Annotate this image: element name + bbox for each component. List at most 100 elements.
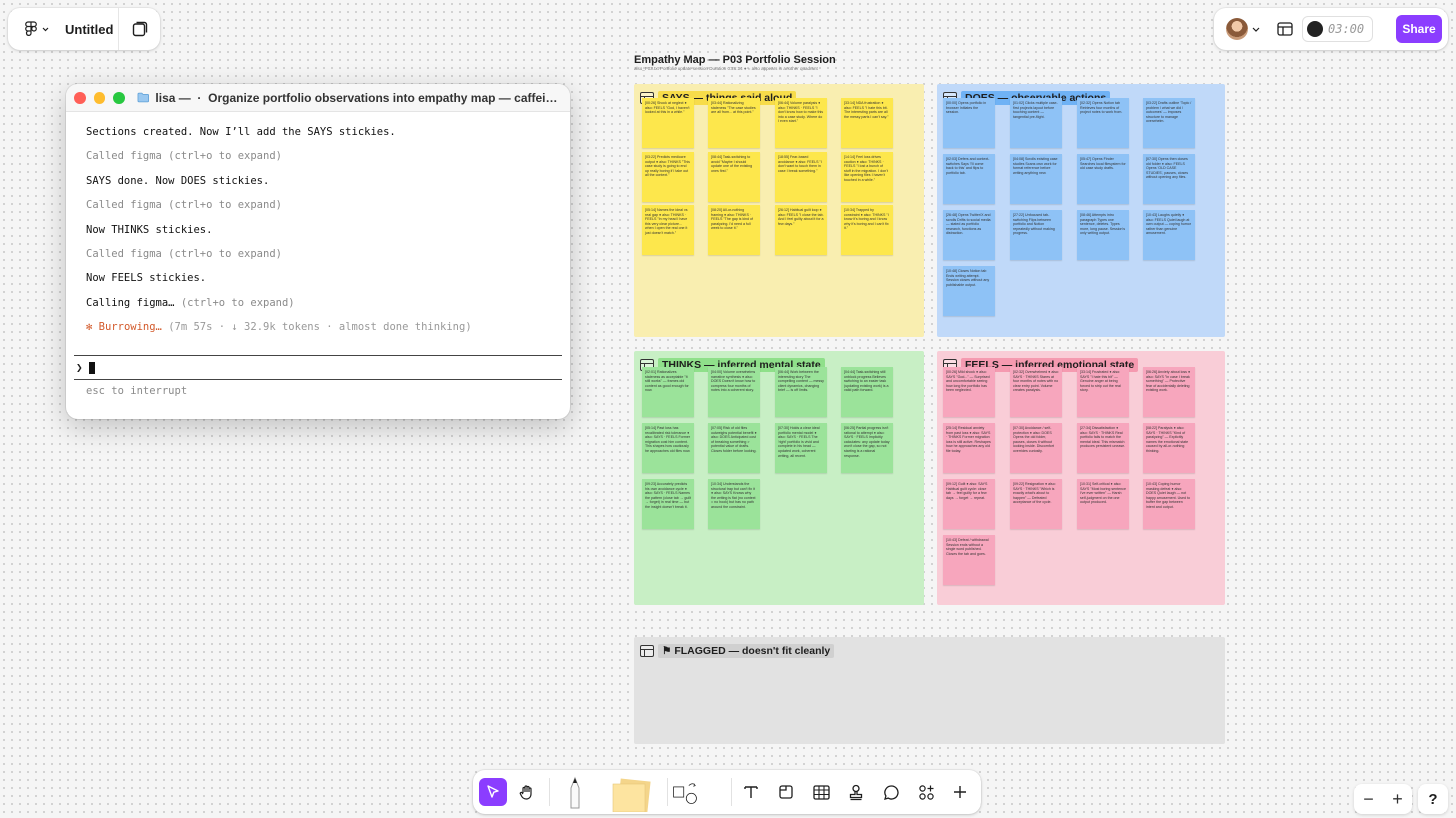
zoom-out-button[interactable]: − xyxy=(1363,789,1374,810)
close-window-button[interactable] xyxy=(74,91,86,104)
board-subtitle: also_P03.txt Portfolio update session Du… xyxy=(634,66,818,71)
sticky-note[interactable]: [33:14] Frustrated ● also: SAYS "I hate … xyxy=(1077,367,1129,417)
sticky-note[interactable]: [09:22] Resignation ● also: SAYS · THINK… xyxy=(1010,479,1062,529)
widgets-icon xyxy=(918,784,934,800)
section-label[interactable]: ⚑ FLAGGED — doesn't fit cleanly xyxy=(640,643,835,659)
toolbar-divider xyxy=(549,778,550,806)
timer-widget[interactable]: 03:00 xyxy=(1302,16,1374,42)
sticky-note[interactable]: [05:14] Past loss has recalibrated risk … xyxy=(642,423,694,473)
sticky-note[interactable]: [06:44] Work between the interesting sto… xyxy=(775,367,827,417)
sticky-note[interactable]: [00:26] Mild shock ● also: SAYS "God..."… xyxy=(943,367,995,417)
sticky-note[interactable]: [09:23] Accurately predicts his own avoi… xyxy=(642,479,694,529)
sticky-note[interactable]: [03:44] Rationalizing staleness "The cas… xyxy=(708,98,760,148)
sticky-note[interactable]: [10:43] Defeat / withdrawal Session ends… xyxy=(943,535,995,585)
terminal-line: Sections created. Now I’ll add the SAYS … xyxy=(86,126,396,138)
sticky-note[interactable]: [02:32] Opens Notion tab Retrieves four … xyxy=(1077,98,1129,148)
sticky-note[interactable]: [07:30] Holds a clear ideal portfolio me… xyxy=(775,423,827,473)
help-button[interactable]: ? xyxy=(1418,784,1448,814)
sticky-note[interactable]: [00:26] Shock at neglect ● also: FEELS "… xyxy=(642,98,694,148)
sticky-note[interactable]: [06:44] Volume paralysis ● also: THINKS … xyxy=(775,98,827,148)
sticky-note[interactable]: [07:05] Risk of old files outweighs pote… xyxy=(708,423,760,473)
sticky-note[interactable]: [26:48] Opens Twitter/X and scrolls Drif… xyxy=(943,210,995,260)
widgets-tool-button[interactable] xyxy=(912,778,940,806)
chevron-down-icon xyxy=(42,27,49,31)
avatar[interactable] xyxy=(1226,18,1248,40)
sticky-note[interactable]: [27:34] Dissatisfaction ● also: SAYS · T… xyxy=(1077,423,1129,473)
hand-tool-button[interactable] xyxy=(513,778,541,806)
more-tools-button[interactable] xyxy=(946,778,974,806)
sticky-note[interactable]: [06:25] Partial progress isn't rational … xyxy=(841,423,893,473)
sticky-note[interactable]: [02:01] Rationalizes staleness as accept… xyxy=(642,367,694,417)
sticky-note[interactable]: [03:22] Predicts mediocre output ● also:… xyxy=(642,152,694,202)
main-menu-button[interactable] xyxy=(8,8,59,50)
terminal-line: Called figma (ctrl+o to expand) xyxy=(86,150,282,163)
section-flagged[interactable]: ⚑ FLAGGED — doesn't fit cleanly xyxy=(634,637,1225,744)
sticky-note[interactable]: [10:43] Laughs quietly ● also: FEELS Qui… xyxy=(1143,210,1195,260)
sticky-note[interactable]: [33:14] NDA frustration ● also: FEELS "I… xyxy=(841,98,893,148)
sticky-note[interactable]: [10:34] Trapped by constraint ● also: TH… xyxy=(841,205,893,255)
sticky-note[interactable]: [02:32] Overwhelmed ● also: SAYS · THINK… xyxy=(1010,367,1062,417)
file-title[interactable]: Untitled xyxy=(59,22,123,37)
layers-panel-icon xyxy=(132,21,147,37)
terminal-line: Calling figma… (ctrl+o to expand) xyxy=(86,296,295,309)
sticky-note[interactable]: [14:14] Feel loss drives caution ● also:… xyxy=(841,152,893,202)
sticky-note[interactable]: [26:12] Habitual guilt loop ● also: FEEL… xyxy=(775,205,827,255)
section-title: ⚑ FLAGGED — doesn't fit cleanly xyxy=(658,644,835,658)
terminal-line: Called figma (ctrl+o to expand) xyxy=(86,247,282,260)
text-tool-button[interactable] xyxy=(737,778,765,806)
comment-tool-button[interactable] xyxy=(877,778,905,806)
sticky-note[interactable]: [05:47] Opens Finder Searches local file… xyxy=(1077,154,1129,204)
sticky-note[interactable]: [10:48] Closes Notion tab Ends writing a… xyxy=(943,266,995,316)
sticky-note[interactable]: [07:30] Avoidance / self-protection ● al… xyxy=(1010,423,1062,473)
section-icon xyxy=(779,785,793,799)
sticky-note[interactable]: [00:00] Opens portfolio in browser Initi… xyxy=(943,98,995,148)
move-tool-button[interactable] xyxy=(479,778,507,806)
sticky-note[interactable]: [04:44] Task-switching still unblock pro… xyxy=(841,367,893,417)
stamp-icon xyxy=(849,784,863,800)
sticky-note[interactable]: [08:44] Task-switching to avoid "Maybe I… xyxy=(708,152,760,202)
zoom-in-button[interactable]: + xyxy=(1392,789,1403,810)
spinner-star-icon: ✻ xyxy=(86,321,93,334)
sticky-note[interactable]: [10:43] Coping humor masking defeat ● al… xyxy=(1143,479,1195,529)
prompt-symbol: ❯ xyxy=(76,361,83,374)
sticky-note[interactable]: [10:34] Understands the structural trap … xyxy=(708,479,760,529)
sticky-note[interactable]: [05:14] Names the ideal vs real gap ● al… xyxy=(642,205,694,255)
maximize-window-button[interactable] xyxy=(113,91,125,104)
sticky-note[interactable]: [06:26] Anxiety about loss ● also: SAYS … xyxy=(1143,367,1195,417)
sticky-note[interactable]: [04:00] Volume overwhelms narrative synt… xyxy=(708,367,760,417)
sticky-note[interactable]: [03:22] Drafts outline 'Topic / problem … xyxy=(1143,98,1195,148)
toggle-layers-button[interactable] xyxy=(118,8,160,50)
terminal-prompt-input[interactable]: ❯ xyxy=(74,355,562,380)
terminal-titlebar[interactable]: lisa — · Organize portfolio observations… xyxy=(66,84,570,112)
sticky-note[interactable]: [02:03] Defers and context-switches Says… xyxy=(943,154,995,204)
sticky-note[interactable]: [04:08] Scrolls existing case studies Sc… xyxy=(1010,154,1062,204)
sticky-note[interactable]: [25:14] Residual anxiety from past loss … xyxy=(943,423,995,473)
sticky-tool-button[interactable] xyxy=(609,778,655,812)
table-tool-button[interactable] xyxy=(807,778,835,806)
timer-value: 03:00 xyxy=(1328,22,1365,36)
sticky-note[interactable]: [09:12] Guilt ● also: SAYS Habitual guil… xyxy=(943,479,995,529)
bottom-toolbar xyxy=(473,770,981,814)
pen-tool-button[interactable] xyxy=(561,776,589,810)
terminal-line: Now FEELS stickies. xyxy=(86,272,207,285)
sticky-note[interactable]: [07:30] Opens then closes old folder ● a… xyxy=(1143,154,1195,204)
chevron-down-icon[interactable] xyxy=(1252,27,1260,32)
minimize-window-button[interactable] xyxy=(93,91,106,104)
sticky-note[interactable]: [10:31] Self-critical ● also: SAYS "Most… xyxy=(1077,479,1129,529)
terminal-window[interactable]: lisa — · Organize portfolio observations… xyxy=(66,84,570,419)
sticky-note[interactable]: [08:22] Paralysis ● also: SAYS · THINKS … xyxy=(1143,423,1195,473)
sticky-note[interactable]: [18:55] Fear-based avoidance ● also: FEE… xyxy=(775,152,827,202)
sticky-note[interactable]: [27:22] Unfocused tab-switching Flips be… xyxy=(1010,210,1062,260)
shape-tool-button[interactable] xyxy=(671,778,699,806)
table-icon xyxy=(812,784,830,800)
stamp-tool-button[interactable] xyxy=(842,778,870,806)
terminal-line: SAYS done. Now DOES stickies. xyxy=(86,174,270,187)
section-tool-button[interactable] xyxy=(772,778,800,806)
section-icon xyxy=(640,645,654,657)
share-button[interactable]: Share xyxy=(1396,15,1442,43)
panel-layout-icon[interactable] xyxy=(1276,20,1294,38)
sticky-note[interactable]: [08:20] All-or-nothing framing ● also: T… xyxy=(708,205,760,255)
sticky-note[interactable]: [08:46] Attempts intro paragraph Types o… xyxy=(1077,210,1129,260)
sticky-note-icon xyxy=(612,778,651,812)
sticky-note[interactable]: [01:02] Clicks multiple case-first proje… xyxy=(1010,98,1062,148)
